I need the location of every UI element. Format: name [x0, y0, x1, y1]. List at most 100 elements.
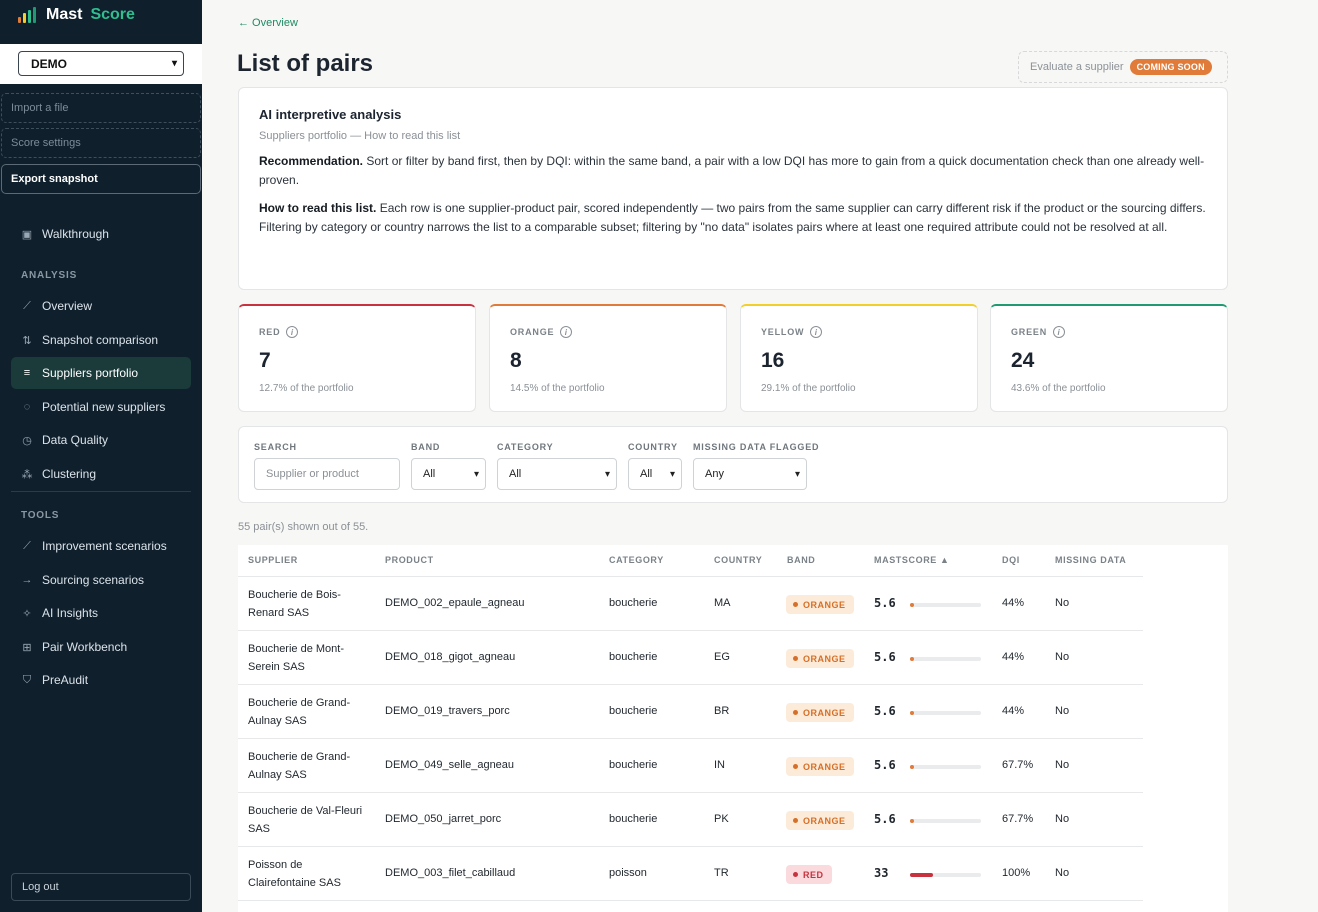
- cell-dqi: 67.7%: [1002, 813, 1034, 825]
- export-snapshot-button[interactable]: Export snapshot: [1, 164, 201, 194]
- table-row[interactable]: Boucherie de Grand-Aulnay SAS DEMO_049_se…: [238, 739, 1143, 793]
- band-dot-icon: [793, 656, 798, 661]
- col-header-missing-data[interactable]: MISSING DATA: [1055, 555, 1126, 565]
- brand-name-part2: Score: [90, 6, 135, 23]
- cell-category: boucherie: [609, 597, 658, 609]
- sidebar-item-overview[interactable]: ⟋ Overview: [11, 290, 191, 322]
- cell-supplier: Boucherie de Grand-Aulnay SAS: [248, 751, 351, 781]
- sidebar-item-improvement-scenarios[interactable]: ⟋ Improvement scenarios: [11, 530, 191, 562]
- col-header-product[interactable]: PRODUCT: [385, 555, 434, 565]
- band-badge: RED: [786, 865, 832, 884]
- band-count-green: 24: [1011, 349, 1035, 372]
- mastscore-bar: [910, 657, 981, 661]
- cell-mastscore: 33: [874, 866, 889, 880]
- col-header-band[interactable]: BAND: [787, 555, 815, 565]
- chart-line-icon: ⟋: [23, 299, 31, 312]
- cell-mastscore: 5.6: [874, 758, 896, 772]
- sidebar-item-preaudit[interactable]: ⛉ PreAudit: [11, 664, 191, 696]
- table-row[interactable]: Boucherie de Mont-Serein SAS DEMO_018_gig…: [238, 631, 1143, 685]
- cell-dqi: 44%: [1002, 651, 1025, 663]
- band-dot-icon: [793, 602, 798, 607]
- mastscore-bar: [910, 819, 981, 823]
- workspace-panel: DEMO ▾: [0, 44, 202, 84]
- table-row[interactable]: Boucherie de Val-Fleuri SAS DEMO_050_jarr…: [238, 793, 1143, 847]
- cell-supplier: Poisson de Clairefontaine SAS: [248, 859, 341, 889]
- logout-button[interactable]: Log out: [11, 873, 191, 901]
- cell-product: DEMO_050_jarret_porc: [385, 813, 502, 825]
- cell-mastscore: 5.6: [874, 812, 896, 826]
- cell-missing-data: No: [1055, 597, 1070, 609]
- band-pct-green: 43.6% of the portfolio: [1011, 383, 1106, 394]
- cell-missing-data: No: [1055, 651, 1070, 663]
- sidebar-item-sourcing-scenarios[interactable]: → Sourcing scenarios: [11, 564, 191, 596]
- brand-name-part1: Mast: [46, 6, 83, 23]
- cell-mastscore: 5.6: [874, 596, 896, 610]
- ai-analysis-card: AI interpretive analysis Suppliers portf…: [238, 87, 1228, 290]
- workspace-select[interactable]: DEMO ▾: [18, 51, 184, 76]
- band-filter-value: All: [423, 468, 436, 480]
- search-placeholder: Supplier or product: [266, 468, 359, 480]
- band-dot-icon: [793, 818, 798, 823]
- cell-mastscore: 5.6: [874, 704, 896, 718]
- band-pct-yellow: 29.1% of the portfolio: [761, 383, 856, 394]
- back-to-overview-link[interactable]: ← Overview: [238, 17, 298, 29]
- score-settings-button[interactable]: Score settings: [1, 128, 201, 158]
- col-header-country[interactable]: COUNTRY: [714, 555, 762, 565]
- info-icon[interactable]: i: [286, 326, 299, 338]
- band-filter-select[interactable]: All ▾: [411, 458, 486, 490]
- sidebar-item-label: Potential new suppliers: [42, 400, 166, 414]
- band-badge-label: ORANGE: [803, 761, 846, 772]
- play-square-icon: ▣: [21, 228, 33, 241]
- band-dot-icon: [793, 710, 798, 715]
- cell-dqi: 67.7%: [1002, 759, 1034, 771]
- col-header-dqi[interactable]: DQI: [1002, 555, 1020, 565]
- search-input[interactable]: Supplier or product: [254, 458, 400, 490]
- table-row[interactable]: Poisson de Clairefontaine SAS DEMO_003_fi…: [238, 847, 1143, 901]
- sidebar-item-clustering[interactable]: ⁂ Clustering: [11, 458, 191, 490]
- cell-supplier: Boucherie de Bois-Renard SAS: [248, 589, 341, 619]
- info-icon[interactable]: i: [560, 326, 573, 338]
- recommendation-text: Sort or filter by band first, then by DQ…: [259, 154, 1205, 187]
- sidebar-item-snapshot-comparison[interactable]: ⇅ Snapshot comparison: [11, 324, 191, 356]
- import-file-button[interactable]: Import a file: [1, 93, 201, 123]
- sidebar-item-ai-insights[interactable]: ✧ AI Insights: [11, 597, 191, 629]
- bar-chart-logo-icon: [18, 7, 36, 23]
- sparkle-icon: ✧: [22, 607, 32, 620]
- sidebar-item-potential-new-suppliers[interactable]: ◌ Potential new suppliers: [11, 391, 191, 423]
- evaluate-supplier-label: Evaluate a supplier: [1030, 61, 1124, 73]
- band-badge-label: RED: [803, 869, 824, 880]
- info-icon[interactable]: i: [810, 326, 823, 338]
- chevron-down-icon: ▾: [473, 468, 479, 480]
- country-filter-select[interactable]: All ▾: [628, 458, 682, 490]
- cell-missing-data: No: [1055, 705, 1070, 717]
- cell-country: EG: [714, 651, 730, 663]
- clock-icon: ◷: [22, 434, 32, 447]
- band-label-yellow: YELLOW: [761, 327, 805, 337]
- sidebar-item-pair-workbench[interactable]: ⊞ Pair Workbench: [11, 631, 191, 663]
- sidebar-item-walkthrough[interactable]: ▣ Walkthrough: [11, 218, 191, 250]
- sidebar-item-data-quality[interactable]: ◷ Data Quality: [11, 424, 191, 456]
- cell-mastscore: 5.6: [874, 650, 896, 664]
- tools-section-label: TOOLS: [21, 510, 60, 521]
- evaluate-supplier-button[interactable]: Evaluate a supplier COMING SOON: [1018, 51, 1228, 83]
- cell-country: TR: [714, 867, 729, 879]
- mastscore-bar: [910, 765, 981, 769]
- band-card-label: YELLOW i: [761, 326, 957, 338]
- workbench-icon: ⊞: [22, 641, 32, 654]
- col-header-supplier[interactable]: SUPPLIER: [248, 555, 298, 565]
- cell-dqi: 44%: [1002, 705, 1025, 717]
- mastscore-bar-fill: [910, 765, 914, 769]
- sidebar-item-label: Walkthrough: [42, 227, 109, 241]
- sidebar-item-suppliers-portfolio[interactable]: ≡ Suppliers portfolio: [11, 357, 191, 389]
- pairs-table: SUPPLIER PRODUCT CATEGORY COUNTRY BAND M…: [238, 545, 1143, 912]
- band-pct-orange: 14.5% of the portfolio: [510, 383, 605, 394]
- cell-product: DEMO_018_gigot_agneau: [385, 651, 516, 663]
- brand-logo[interactable]: Mast Score: [18, 4, 135, 26]
- table-row[interactable]: Boucherie de Bois-Renard SAS DEMO_002_epa…: [238, 577, 1143, 631]
- category-filter-select[interactable]: All ▾: [497, 458, 617, 490]
- table-row[interactable]: Boucherie de Grand-Aulnay SAS DEMO_019_tr…: [238, 685, 1143, 739]
- col-header-category[interactable]: CATEGORY: [609, 555, 664, 565]
- info-icon[interactable]: i: [1053, 326, 1066, 338]
- missing-data-filter-select[interactable]: Any ▾: [693, 458, 807, 490]
- col-header-mastscore[interactable]: MASTSCORE ▲: [874, 555, 950, 565]
